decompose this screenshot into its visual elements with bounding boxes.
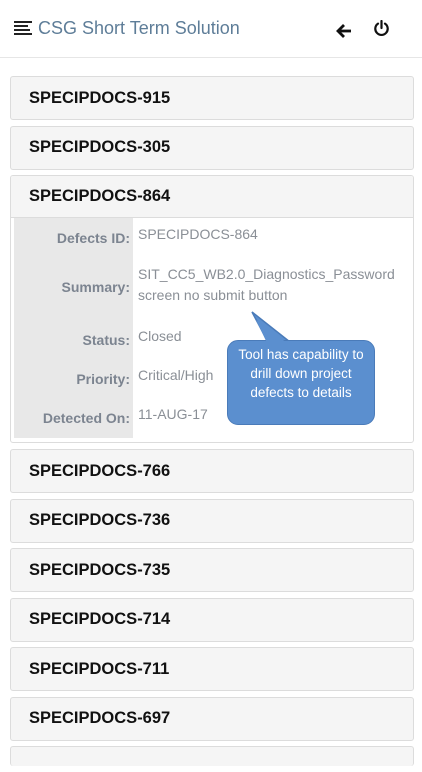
app-title: CSG Short Term Solution — [38, 18, 240, 38]
defect-item[interactable]: SPECIPDOCS-711 — [10, 647, 414, 691]
app-header: CSG Short Term Solution — [0, 0, 422, 58]
defect-item[interactable]: SPECIPDOCS-714 — [10, 597, 414, 642]
labels-column — [14, 218, 133, 438]
defect-id-value: SPECIPDOCS-864 — [138, 226, 258, 242]
defect-item[interactable]: SPECIPDOCS-915 — [10, 76, 414, 120]
summary-value: SIT_CC5_WB2.0_Diagnostics_Password scree… — [138, 266, 395, 303]
defect-item[interactable]: SPECIPDOCS-697 — [10, 696, 414, 741]
defect-item[interactable]: SPECIPDOCS-864 — [11, 176, 413, 218]
defect-item[interactable]: SPECIPDOCS-766 — [10, 449, 414, 493]
annotation-callout: Tool has capability to drill down projec… — [227, 340, 375, 425]
status-label: Status: — [82, 332, 130, 348]
defect-item[interactable]: SPECIPDOCS-736 — [10, 498, 414, 543]
detected-on-label: Detected On: — [42, 410, 130, 426]
defect-item-partial[interactable] — [10, 746, 414, 766]
defect-item[interactable]: SPECIPDOCS-305 — [10, 125, 414, 170]
arrow-left-icon[interactable] — [336, 23, 352, 39]
menu-icon[interactable] — [14, 21, 32, 37]
summary-label: Summary: — [61, 279, 130, 295]
defect-item[interactable]: SPECIPDOCS-735 — [10, 548, 414, 592]
priority-label: Priority: — [76, 371, 130, 387]
power-icon[interactable] — [373, 20, 390, 37]
defect-id-label: Defects ID: — [56, 230, 130, 246]
